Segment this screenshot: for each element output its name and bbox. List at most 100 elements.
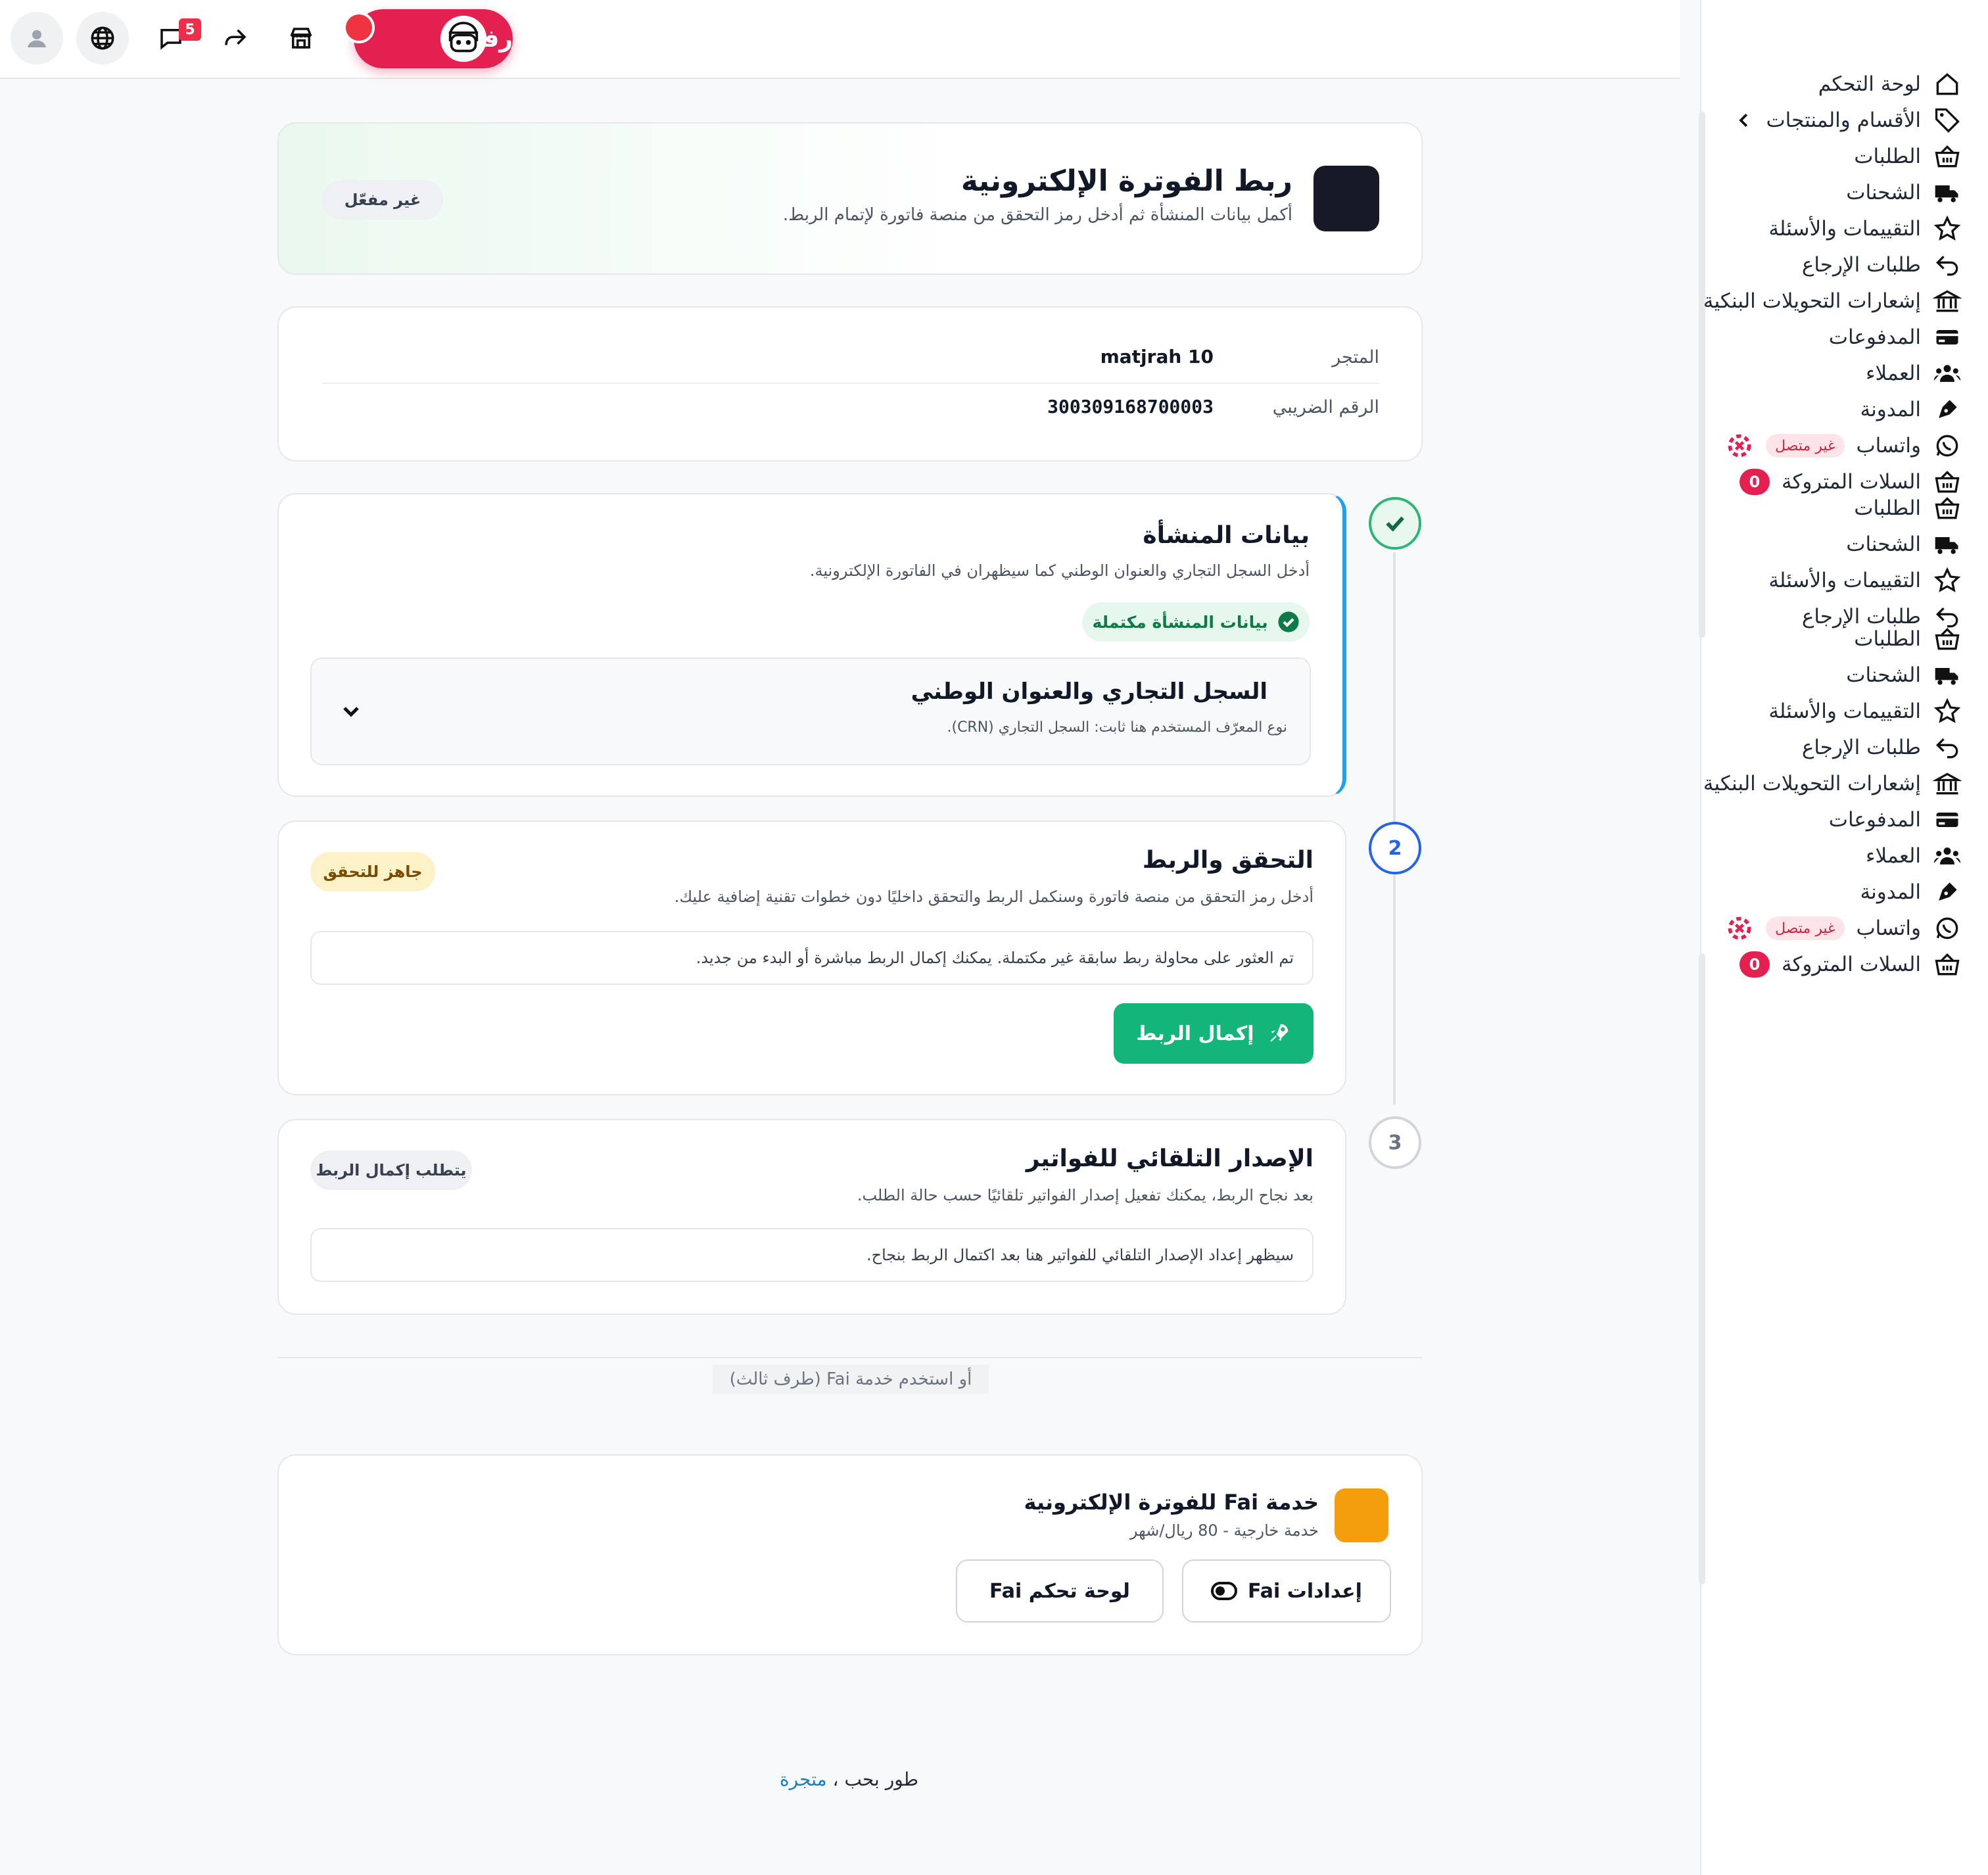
sidebar-item[interactable]: طلبات الإرجاع — [1802, 245, 1962, 285]
sidebar-item-label: المدفوعات — [1828, 808, 1921, 832]
sidebar-item[interactable]: لوحة التحكم — [1818, 64, 1962, 104]
sidebar-item[interactable]: الطلبات — [1854, 619, 1962, 659]
share-button[interactable] — [209, 12, 262, 64]
fai-dashboard-button[interactable]: لوحة تحكم Fai — [956, 1559, 1164, 1623]
sidebar-item-label: الأقسام والمنتجات — [1766, 108, 1921, 132]
sidebar-item[interactable]: التقييمات والأسئلة — [1768, 561, 1962, 600]
sidebar-scrollbar[interactable] — [1699, 112, 1705, 638]
sidebar-item-label: واتساب — [1856, 916, 1922, 940]
step-2-title: التحقق والربط — [1142, 847, 1314, 874]
fai-service-card: خدمة Fai للفوترة الإلكترونية خدمة خارجية… — [277, 1454, 1423, 1655]
chevron-left-icon — [1739, 113, 1748, 128]
step-1-status-label: بيانات المنشأة مكتملة — [1092, 612, 1268, 632]
offline-icon — [1728, 434, 1751, 458]
rafiq-assistant-button[interactable]: رفيق — [354, 9, 513, 68]
step-3-subtitle: بعد نجاح الربط، يمكنك تفعيل إصدار الفوات… — [857, 1186, 1314, 1204]
truck-icon — [1935, 537, 1958, 554]
toggle-icon — [1211, 1582, 1238, 1600]
sidebar-item[interactable]: إشعارات التحويلات البنكية — [1703, 281, 1962, 321]
step-3-status-badge: يتطلب إكمال الربط — [310, 1151, 472, 1190]
sidebar-item-label: المدفوعات — [1828, 325, 1921, 349]
abandoned-carts-count-badge: 0 — [1739, 469, 1770, 495]
sidebar-item[interactable]: المدونة — [1860, 390, 1962, 429]
page-title: ربط الفوترة الإلكترونية — [960, 164, 1292, 198]
whatsapp-icon — [1936, 917, 1958, 939]
return-icon — [1935, 255, 1958, 276]
sidebar-item[interactable]: الطلبات — [1854, 137, 1962, 176]
sidebar-item-label: العملاء — [1865, 844, 1921, 868]
sidebar-item-label: الطلبات — [1854, 627, 1921, 651]
sidebar-item[interactable]: طلبات الإرجاع — [1802, 728, 1962, 767]
return-icon — [1935, 738, 1958, 759]
fai-logo — [1335, 1488, 1388, 1542]
sidebar-item[interactable]: الطلبات — [1854, 488, 1962, 528]
chevron-down-icon[interactable] — [338, 698, 364, 724]
page-subtitle: أكمل بيانات المنشأة ثم أدخل رمز التحقق م… — [782, 205, 1292, 225]
sidebar-item[interactable]: المدفوعات — [1829, 800, 1962, 840]
sidebar-item-label: الطلبات — [1854, 496, 1921, 520]
fai-subtitle: خدمة خارجية - 80 ريال/شهر — [1129, 1521, 1319, 1540]
crn-section-accordion[interactable]: السجل التجاري والعنوان الوطني نوع المعرّ… — [310, 657, 1311, 765]
user-avatar-button[interactable] — [11, 12, 63, 64]
step-business-data-card: بيانات المنشأة أدخل السجل التجاري والعنو… — [277, 493, 1346, 797]
step-2-subtitle: أدخل رمز التحقق من منصة فاتورة وسنكمل ال… — [674, 888, 1314, 906]
step-3-message-box: سيظهر إعداد الإصدار التلقائي للفواتير هن… — [310, 1228, 1314, 1282]
sidebar-item[interactable]: التقييمات والأسئلة — [1768, 209, 1962, 249]
truck-icon — [1935, 668, 1958, 685]
sidebar-item[interactable]: المدونة — [1860, 872, 1962, 912]
fai-settings-label: إعدادات Fai — [1248, 1579, 1362, 1603]
star-icon — [1933, 215, 1961, 241]
sidebar-item-label: إشعارات التحويلات البنكية — [1703, 772, 1921, 795]
sidebar-item[interactable]: التقييمات والأسئلة — [1768, 692, 1962, 731]
sidebar-item[interactable]: إشعارات التحويلات البنكية — [1703, 764, 1962, 803]
users-icon — [1933, 365, 1961, 382]
step-2-status-badge: جاهز للتحقق — [310, 852, 435, 891]
sidebar-item[interactable]: المدفوعات — [1829, 318, 1962, 357]
step-3-title: الإصدار التلقائي للفواتير — [1026, 1145, 1314, 1172]
sidebar-scrollbar-lower[interactable] — [1699, 953, 1705, 1584]
einvoice-header-card: ربط الفوترة الإلكترونية أكمل بيانات المن… — [277, 122, 1423, 275]
crn-section-subtitle: نوع المعرّف المستخدم هنا ثابت: السجل الت… — [947, 719, 1287, 736]
info-divider — [322, 383, 1379, 384]
sidebar-item[interactable]: الشحنات — [1846, 173, 1962, 212]
language-button[interactable] — [76, 12, 129, 64]
footer-text: طور بحب ، — [832, 1768, 919, 1790]
sidebar-item[interactable]: الأقسام والمنتجات — [1734, 101, 1962, 140]
footer-link[interactable]: متجرة — [780, 1768, 827, 1790]
sidebar-item-label: المدونة — [1860, 398, 1921, 421]
sidebar-item[interactable]: العملاء — [1866, 836, 1962, 876]
sidebar-item[interactable]: واتساب غير متصل — [1725, 909, 1962, 948]
tax-number-label: الرقم الضريبي — [1272, 397, 1379, 417]
whatsapp-status-badge: غير متصل — [1766, 434, 1845, 458]
sidebar-item-label: الشحنات — [1846, 533, 1921, 556]
sidebar-item[interactable]: السلات المتروكة 0 — [1739, 945, 1962, 984]
sidebar-item[interactable]: الشحنات — [1846, 525, 1962, 564]
or-divider-text: أو استخدم خدمة Fai (طرف ثالث) — [713, 1365, 989, 1394]
sidebar-item[interactable]: واتساب غير متصل — [1725, 426, 1962, 465]
rafiq-status-dot — [343, 12, 375, 43]
sidebar-item-label: طلبات الإرجاع — [1801, 253, 1921, 277]
notifications-button[interactable]: 5 — [145, 12, 201, 64]
sidebar-item-label: العملاء — [1865, 362, 1921, 385]
truck-icon — [1935, 185, 1958, 202]
abandoned-carts-count-badge: 0 — [1739, 951, 1770, 978]
bank-icon — [1933, 290, 1962, 312]
rocket-icon — [1269, 1024, 1288, 1042]
blog-icon — [1939, 400, 1957, 418]
whatsapp-icon — [1936, 435, 1958, 457]
star-icon — [1933, 567, 1961, 592]
whatsapp-status-badge: غير متصل — [1766, 916, 1845, 940]
fai-settings-button[interactable]: إعدادات Fai — [1182, 1559, 1391, 1623]
user-icon — [28, 30, 46, 47]
store-button[interactable] — [275, 12, 327, 64]
sidebar-item[interactable]: الشحنات — [1846, 655, 1962, 695]
complete-linking-button[interactable]: إكمال الربط — [1114, 1003, 1314, 1064]
users-icon — [1933, 847, 1961, 865]
store-label: المتجر — [1332, 347, 1379, 368]
sidebar-item[interactable]: العملاء — [1866, 354, 1962, 393]
share-icon — [225, 29, 247, 45]
home-icon — [1936, 73, 1958, 95]
top-bar: 5 رفيق — [0, 0, 1680, 79]
tag-icon — [1935, 108, 1960, 133]
sidebar-item-label: الشحنات — [1846, 181, 1921, 204]
